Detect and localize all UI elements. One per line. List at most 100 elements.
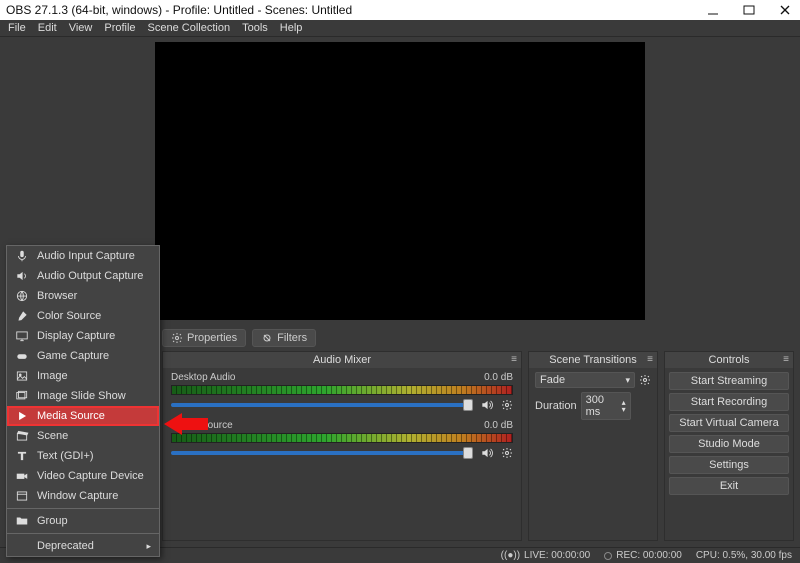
mixer-track: Media Source0.0 dB <box>171 420 513 460</box>
speaker-icon[interactable] <box>479 446 495 460</box>
menu-item-label: Image Slide Show <box>37 390 126 402</box>
menu-item-label: Image <box>37 370 68 382</box>
filters-button-label: Filters <box>277 332 307 344</box>
brush-icon <box>15 309 29 323</box>
annotation-arrow <box>164 413 208 435</box>
controls-title: Controls <box>709 354 750 366</box>
menu-view[interactable]: View <box>69 22 93 34</box>
audio-mixer-title: Audio Mixer <box>313 354 371 366</box>
close-icon <box>779 4 791 16</box>
start-streaming-button[interactable]: Start Streaming <box>669 372 789 390</box>
gear-icon[interactable] <box>501 447 513 459</box>
menu-item-display-capture[interactable]: Display Capture <box>7 326 159 346</box>
settings-button[interactable]: Settings <box>669 456 789 474</box>
audio-meter <box>171 385 513 395</box>
track-db: 0.0 dB <box>484 420 513 431</box>
status-rec: REC: 00:00:00 <box>616 550 682 561</box>
minimize-icon <box>707 4 719 16</box>
menu-item-label: Audio Output Capture <box>37 270 143 282</box>
menu-item-label: Browser <box>37 290 77 302</box>
camera-icon <box>15 469 29 483</box>
menu-item-image[interactable]: Image <box>7 366 159 386</box>
duration-value: 300 ms <box>586 394 622 418</box>
menubar: File Edit View Profile Scene Collection … <box>0 20 800 37</box>
menu-item-audio-output-capture[interactable]: Audio Output Capture <box>7 266 159 286</box>
transition-select[interactable]: Fade▾ <box>535 372 635 388</box>
menu-help[interactable]: Help <box>280 22 303 34</box>
start-virtual-camera-button[interactable]: Start Virtual Camera <box>669 414 789 432</box>
mixer-track: Desktop Audio 0.0 dB <box>171 372 513 412</box>
menu-item-label: Group <box>37 515 68 527</box>
scene-transitions-title: Scene Transitions <box>549 354 636 366</box>
menu-separator <box>7 508 159 509</box>
gear-icon <box>171 332 183 344</box>
minimize-button[interactable] <box>704 1 722 19</box>
volume-slider[interactable] <box>171 451 473 455</box>
transition-selected: Fade <box>540 374 565 386</box>
menu-item-text-gdi-[interactable]: Text (GDI+) <box>7 446 159 466</box>
menu-item-game-capture[interactable]: Game Capture <box>7 346 159 366</box>
panel-menu-icon[interactable]: ≡ <box>511 354 517 365</box>
gamepad-icon <box>15 349 29 363</box>
menu-item-label: Scene <box>37 430 68 442</box>
add-source-context-menu: Audio Input Capture Audio Output Capture B… <box>6 245 160 557</box>
menu-item-browser[interactable]: Browser <box>7 286 159 306</box>
slideshow-icon <box>15 389 29 403</box>
preview-canvas[interactable] <box>155 42 645 320</box>
menu-tools[interactable]: Tools <box>242 22 268 34</box>
globe-icon <box>15 289 29 303</box>
audio-mixer-panel: Audio Mixer ≡ Desktop Audio 0.0 dB Media S… <box>162 351 522 541</box>
filters-icon <box>261 332 273 344</box>
text-icon <box>15 449 29 463</box>
menu-item-audio-input-capture[interactable]: Audio Input Capture <box>7 246 159 266</box>
menu-item-deprecated[interactable]: Deprecated ▸ <box>7 536 159 556</box>
maximize-button[interactable] <box>740 1 758 19</box>
speaker-icon <box>15 269 29 283</box>
filters-button[interactable]: Filters <box>252 329 316 347</box>
menu-profile[interactable]: Profile <box>104 22 135 34</box>
close-button[interactable] <box>776 1 794 19</box>
menu-item-window-capture[interactable]: Window Capture <box>7 486 159 506</box>
start-recording-button[interactable]: Start Recording <box>669 393 789 411</box>
submenu-arrow-icon: ▸ <box>146 541 151 552</box>
menu-item-label: Text (GDI+) <box>37 450 94 462</box>
menu-edit[interactable]: Edit <box>38 22 57 34</box>
menu-scene-collection[interactable]: Scene Collection <box>148 22 231 34</box>
speaker-icon[interactable] <box>479 398 495 412</box>
menu-item-label: Color Source <box>37 310 101 322</box>
menu-item-media-source[interactable]: Media Source <box>7 406 159 426</box>
exit-button[interactable]: Exit <box>669 477 789 495</box>
monitor-icon <box>15 329 29 343</box>
maximize-icon <box>743 4 755 16</box>
menu-item-color-source[interactable]: Color Source <box>7 306 159 326</box>
broadcast-icon: ((●)) <box>501 550 520 561</box>
menu-item-label: Display Capture <box>37 330 115 342</box>
play-icon <box>15 409 29 423</box>
menu-item-label: Video Capture Device <box>37 470 144 482</box>
duration-input[interactable]: 300 ms▴▾ <box>581 392 631 420</box>
menu-item-scene[interactable]: Scene <box>7 426 159 446</box>
window-titlebar: OBS 27.1.3 (64-bit, windows) - Profile: … <box>0 0 800 20</box>
panel-menu-icon[interactable]: ≡ <box>647 354 653 365</box>
track-db: 0.0 dB <box>484 372 513 383</box>
track-name: Desktop Audio <box>171 372 236 383</box>
menu-item-group[interactable]: Group <box>7 511 159 531</box>
menu-item-label: Window Capture <box>37 490 118 502</box>
studio-mode-button[interactable]: Studio Mode <box>669 435 789 453</box>
properties-button-label: Properties <box>187 332 237 344</box>
window-title: OBS 27.1.3 (64-bit, windows) - Profile: … <box>6 3 352 17</box>
folder-icon <box>15 514 29 528</box>
panel-menu-icon[interactable]: ≡ <box>783 354 789 365</box>
scene-transitions-panel: Scene Transitions≡ Fade▾ Duration 300 ms… <box>528 351 658 541</box>
menu-item-video-capture-device[interactable]: Video Capture Device <box>7 466 159 486</box>
gear-icon[interactable] <box>639 374 651 386</box>
properties-button[interactable]: Properties <box>162 329 246 347</box>
menu-item-image-slide-show[interactable]: Image Slide Show <box>7 386 159 406</box>
menu-item-label: Audio Input Capture <box>37 250 135 262</box>
menu-file[interactable]: File <box>8 22 26 34</box>
volume-slider[interactable] <box>171 403 473 407</box>
status-live: LIVE: 00:00:00 <box>524 550 590 561</box>
rec-dot-icon <box>604 552 612 560</box>
app-window-icon <box>15 489 29 503</box>
gear-icon[interactable] <box>501 399 513 411</box>
